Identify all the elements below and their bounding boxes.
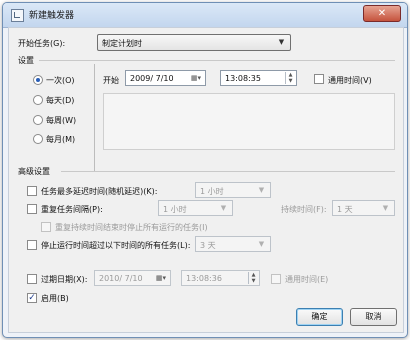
expire-universal-label: 通用时间(E) bbox=[285, 275, 329, 284]
universal-time-checkbox[interactable] bbox=[314, 74, 324, 84]
begin-task-value: 制定计划时 bbox=[102, 39, 142, 48]
start-time-spinner[interactable]: 13:08:35 ▲ ▼ bbox=[220, 70, 297, 86]
advanced-divider bbox=[61, 171, 395, 172]
expire-date-picker[interactable]: 2010/ 7/10 ▦▾ bbox=[94, 270, 171, 286]
chevron-down-icon: ▼ bbox=[278, 38, 285, 46]
universal-time-label: 通用时间(V) bbox=[328, 76, 372, 85]
start-time-value: 13:08:35 bbox=[225, 74, 261, 83]
recurrence-options-panel bbox=[103, 93, 395, 150]
start-date-picker[interactable]: 2009/ 7/10 ▦▾ bbox=[125, 70, 206, 86]
radio-weekly-label: 每周(W) bbox=[46, 116, 77, 125]
chevron-down-icon: ▼ bbox=[258, 240, 265, 248]
radio-once[interactable] bbox=[33, 75, 43, 85]
delay-select[interactable]: 1 小时 ▼ bbox=[195, 182, 271, 198]
stop-longer-label: 停止运行时间超过以下时间的所有任务(L): bbox=[41, 241, 191, 250]
delay-checkbox[interactable] bbox=[27, 186, 37, 196]
duration-label: 持续时间(F): bbox=[281, 205, 327, 214]
stop-all-label: 重复持续时间结束时停止所有运行的任务(I) bbox=[55, 223, 208, 232]
expire-time-value: 13:08:36 bbox=[186, 274, 222, 283]
repeat-value: 1 小时 bbox=[163, 205, 187, 214]
radio-once-label: 一次(O) bbox=[46, 76, 75, 85]
stop-all-checkbox[interactable] bbox=[41, 222, 51, 232]
repeat-label: 重复任务间隔(P): bbox=[41, 205, 103, 214]
close-icon: ✕ bbox=[377, 8, 387, 19]
spinner-arrows-icon: ▲ ▼ bbox=[285, 72, 295, 84]
begin-task-select[interactable]: 制定计划时 ▼ bbox=[97, 34, 291, 51]
radio-daily-label: 每天(D) bbox=[46, 96, 75, 105]
stop-longer-select[interactable]: 3 天 ▼ bbox=[195, 236, 271, 252]
radio-weekly[interactable] bbox=[33, 115, 43, 125]
delay-label: 任务最多延迟时间(随机延迟)(K): bbox=[41, 187, 158, 196]
chevron-down-icon: ▼ bbox=[258, 186, 265, 194]
dialog-body: 开始任务(G): 制定计划时 ▼ 设置 一次(O) 每天(D) 每周(W) 每月… bbox=[8, 27, 404, 333]
chevron-down-icon: ▼ bbox=[220, 204, 227, 212]
start-date-value: 2009/ 7/10 bbox=[130, 74, 174, 83]
task-scheduler-icon bbox=[11, 9, 24, 22]
expire-label: 过期日期(X): bbox=[41, 275, 88, 284]
dialog-title: 新建触发器 bbox=[29, 11, 75, 21]
new-trigger-dialog: 新建触发器 ✕ 开始任务(G): 制定计划时 ▼ 设置 一次(O) 每天(D) … bbox=[2, 2, 408, 338]
ok-button[interactable]: 确定 bbox=[296, 308, 343, 326]
advanced-header: 高级设置 bbox=[18, 167, 50, 176]
delay-value: 1 小时 bbox=[200, 187, 224, 196]
expire-checkbox[interactable] bbox=[27, 274, 37, 284]
calendar-icon: ▦▾ bbox=[190, 74, 202, 82]
chevron-down-icon: ▼ bbox=[382, 204, 389, 212]
close-button[interactable]: ✕ bbox=[363, 5, 401, 22]
settings-divider bbox=[39, 60, 395, 61]
repeat-select[interactable]: 1 小时 ▼ bbox=[158, 200, 233, 216]
calendar-icon: ▦▾ bbox=[155, 274, 167, 282]
expire-time-spinner[interactable]: 13:08:36 ▲ ▼ bbox=[181, 270, 260, 286]
spinner-arrows-icon: ▲ ▼ bbox=[248, 272, 258, 284]
radio-daily[interactable] bbox=[33, 95, 43, 105]
stop-longer-value: 3 天 bbox=[200, 241, 216, 250]
begin-task-label: 开始任务(G): bbox=[18, 39, 66, 48]
repeat-checkbox[interactable] bbox=[27, 204, 37, 214]
duration-value: 1 天 bbox=[337, 205, 353, 214]
settings-vertical-divider bbox=[94, 64, 95, 172]
start-label: 开始 bbox=[103, 76, 119, 85]
enabled-label: 启用(B) bbox=[41, 294, 69, 303]
stop-longer-checkbox[interactable] bbox=[27, 240, 37, 250]
enabled-checkbox[interactable]: ✓ bbox=[27, 293, 37, 303]
expire-universal-checkbox[interactable] bbox=[271, 274, 281, 284]
expire-date-value: 2010/ 7/10 bbox=[99, 274, 143, 283]
radio-monthly-label: 每月(M) bbox=[46, 135, 76, 144]
title-bar: 新建触发器 ✕ bbox=[3, 3, 407, 28]
radio-monthly[interactable] bbox=[33, 134, 43, 144]
settings-header: 设置 bbox=[18, 56, 34, 65]
cancel-button[interactable]: 取消 bbox=[350, 308, 397, 326]
duration-select[interactable]: 1 天 ▼ bbox=[332, 200, 395, 216]
